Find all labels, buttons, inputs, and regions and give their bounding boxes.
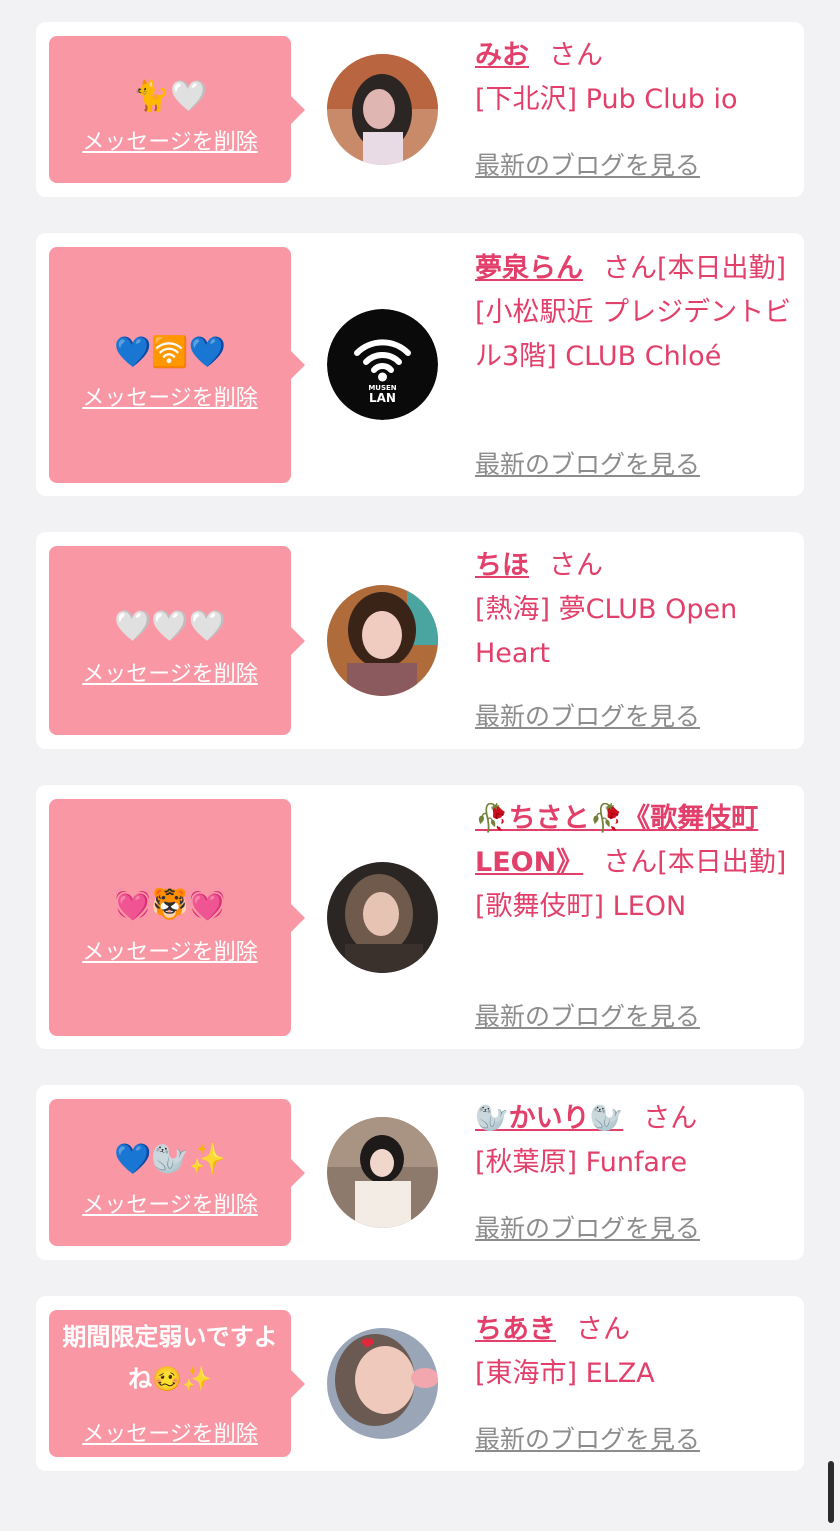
shop-name: [東海市] ELZA	[475, 1358, 655, 1389]
cast-info: 夢泉らん さん[本日出勤] [小松駅近 プレジデントビル3階] CLUB Chlo…	[475, 247, 793, 379]
message-bubble: 💓🐯💓 メッセージを削除	[49, 799, 305, 1036]
avatar[interactable]	[327, 1117, 438, 1228]
message-card: 💓🐯💓 メッセージを削除 🥀ちさと🥀《歌舞伎町LEON》 さん[本日出勤] [歌舞…	[36, 785, 804, 1049]
message-text: 🤍🤍🤍	[113, 609, 227, 644]
scrollbar[interactable]	[828, 1461, 834, 1523]
shop-name: [歌舞伎町] LEON	[475, 891, 687, 922]
latest-blog-link[interactable]: 最新のブログを見る	[475, 1209, 700, 1245]
cast-info: 🦭かいり🦭 さん [秋葉原] Funfare	[475, 1097, 793, 1185]
message-card: 🐈🤍 メッセージを削除 みお さん [下北沢] Pub Club io 最新のブロ…	[36, 22, 804, 197]
cast-name-link[interactable]: 夢泉らん	[475, 253, 583, 284]
shop-name: [小松駅近 プレジデントビル3階] CLUB Chloé	[475, 297, 792, 372]
cast-name-link[interactable]: 🦭かいり🦭	[475, 1103, 623, 1134]
cast-name-link[interactable]: みお	[475, 40, 529, 71]
message-card: 💙🛜💙 メッセージを削除 MUSEN LAN 夢泉らん さん[本日出勤] [小松駅…	[36, 233, 804, 496]
cast-info: ちあき さん [東海市] ELZA	[475, 1308, 793, 1396]
cast-info: 🥀ちさと🥀《歌舞伎町LEON》 さん[本日出勤] [歌舞伎町] LEON	[475, 797, 793, 929]
message-text: 💓🐯💓	[113, 887, 227, 922]
delete-message-button[interactable]: メッセージを削除	[49, 1187, 291, 1219]
latest-blog-link[interactable]: 最新のブログを見る	[475, 1420, 700, 1456]
message-card: 期間限定弱いですよね🥴✨ メッセージを削除 ちあき さん [東海市] ELZA 最…	[36, 1296, 804, 1471]
cast-name-link[interactable]: ちあき	[475, 1314, 556, 1345]
message-card: 🤍🤍🤍 メッセージを削除 ちほ さん [熱海] 夢CLUB Open Heart …	[36, 532, 804, 749]
avatar[interactable]	[327, 54, 438, 165]
message-bubble: 🐈🤍 メッセージを削除	[49, 36, 305, 183]
message-bubble: 💙🦭✨ メッセージを削除	[49, 1099, 305, 1246]
cast-name-link[interactable]: ちほ	[475, 550, 529, 581]
avatar[interactable]	[327, 585, 438, 696]
latest-blog-link[interactable]: 最新のブログを見る	[475, 697, 700, 733]
avatar[interactable]: MUSEN LAN	[327, 309, 438, 420]
message-list-page: 🐈🤍 メッセージを削除 みお さん [下北沢] Pub Club io 最新のブロ…	[0, 0, 840, 1531]
cast-suffix: さん[本日出勤]	[603, 847, 787, 878]
shop-name: [熱海] 夢CLUB Open Heart	[475, 594, 738, 669]
message-text: 期間限定弱いですよね🥴✨	[62, 1323, 278, 1393]
latest-blog-link[interactable]: 最新のブログを見る	[475, 445, 700, 481]
shop-name: [下北沢] Pub Club io	[475, 84, 738, 115]
cast-suffix: さん[本日出勤]	[603, 253, 787, 284]
message-bubble: 💙🛜💙 メッセージを削除	[49, 247, 305, 483]
delete-message-button[interactable]: メッセージを削除	[49, 934, 291, 966]
cast-suffix: さん	[643, 1103, 698, 1134]
avatar-logo-bottom: LAN	[369, 391, 396, 405]
message-text: 💙🦭✨	[113, 1142, 227, 1177]
cast-suffix: さん	[549, 40, 603, 71]
cast-info: みお さん [下北沢] Pub Club io	[475, 34, 793, 122]
avatar[interactable]	[327, 862, 438, 973]
delete-message-button[interactable]: メッセージを削除	[49, 124, 291, 156]
latest-blog-link[interactable]: 最新のブログを見る	[475, 146, 700, 182]
delete-message-button[interactable]: メッセージを削除	[49, 656, 291, 688]
cast-info: ちほ さん [熱海] 夢CLUB Open Heart	[475, 544, 793, 676]
delete-message-button[interactable]: メッセージを削除	[49, 1416, 291, 1448]
cast-suffix: さん	[549, 550, 603, 581]
message-bubble: 🤍🤍🤍 メッセージを削除	[49, 546, 305, 735]
latest-blog-link[interactable]: 最新のブログを見る	[475, 997, 700, 1033]
message-text: 💙🛜💙	[113, 335, 227, 370]
message-card: 💙🦭✨ メッセージを削除 🦭かいり🦭 さん [秋葉原] Funfare 最新のブロ…	[36, 1085, 804, 1260]
shop-name: [秋葉原] Funfare	[475, 1147, 688, 1178]
cast-suffix: さん	[576, 1314, 630, 1345]
avatar[interactable]	[327, 1328, 438, 1439]
message-bubble: 期間限定弱いですよね🥴✨ メッセージを削除	[49, 1310, 305, 1457]
message-text: 🐈🤍	[132, 79, 208, 114]
delete-message-button[interactable]: メッセージを削除	[49, 380, 291, 412]
